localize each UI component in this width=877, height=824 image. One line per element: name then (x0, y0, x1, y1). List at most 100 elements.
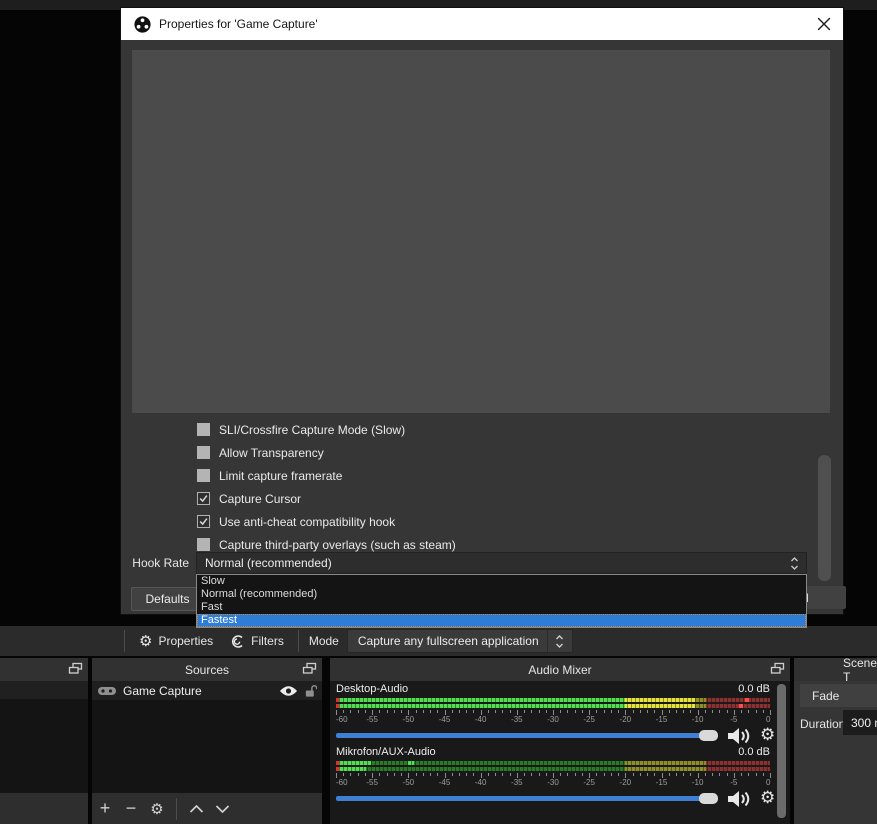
duration-row: Duration 300 m (800, 712, 877, 736)
audio-mixer-header: Audio Mixer (330, 658, 790, 681)
mixer-scrollbar[interactable] (777, 684, 786, 818)
checkbox-unchecked[interactable] (197, 423, 210, 436)
mixer-channel-db: 0.0 dB (738, 683, 770, 697)
checkbox-unchecked[interactable] (197, 469, 210, 482)
mixer-gear-icon[interactable]: ⚙ (760, 725, 775, 745)
dialog-scrollbar[interactable] (818, 455, 831, 581)
checkbox-row[interactable]: Limit capture framerate (197, 464, 757, 487)
cancel-button-partial[interactable]: l (806, 586, 846, 609)
checkbox-row[interactable]: Allow Transparency (197, 441, 757, 464)
sources-panel: Sources Game Capture + − ⚙ (92, 658, 322, 824)
volume-slider-handle[interactable] (699, 793, 718, 804)
capture-preview (132, 50, 830, 413)
hook-rate-value: Normal (recommended) (205, 556, 332, 570)
checkbox-checked[interactable] (197, 515, 210, 528)
scene-transitions-title: Scene T (843, 656, 877, 684)
dropdown-option[interactable]: Fastest (197, 614, 806, 627)
panel-float-icon[interactable] (770, 662, 785, 676)
volume-slider[interactable] (336, 796, 718, 801)
checkbox-checked[interactable] (197, 492, 210, 505)
duration-spinner[interactable]: 300 m (843, 710, 877, 735)
scenes-panel (0, 658, 88, 824)
scene-transitions-panel: Scene T Fade Duration 300 m (794, 658, 877, 824)
toolbar-separator (298, 630, 299, 652)
volume-slider-handle[interactable] (699, 730, 718, 741)
dropdown-option[interactable]: Fast (197, 601, 806, 614)
defaults-button-label: Defaults (145, 592, 189, 606)
checkbox-label: SLI/Crossfire Capture Mode (Slow) (219, 423, 405, 437)
gear-icon: ⚙ (139, 634, 152, 649)
duration-label: Duration (800, 717, 845, 731)
defaults-button[interactable]: Defaults (131, 587, 204, 611)
filters-button[interactable]: Filters (221, 628, 292, 654)
panel-float-icon[interactable] (68, 662, 83, 676)
toolbar-separator (176, 798, 177, 820)
volume-slider[interactable] (336, 733, 718, 738)
filters-button-label: Filters (251, 634, 284, 648)
audio-mixer-panel: Audio Mixer Desktop-Audio0.0 dB-60-55-50… (330, 658, 790, 824)
mixer-channel: Mikrofon/AUX-Audio0.0 dB-60-55-50-45-40-… (336, 746, 776, 808)
close-icon[interactable] (817, 17, 831, 31)
toolbar-separator (124, 630, 125, 652)
volume-meter (336, 761, 770, 772)
scenes-toolbar (0, 793, 88, 824)
obs-logo-icon (134, 16, 151, 33)
checkbox-list: SLI/Crossfire Capture Mode (Slow) Allow T… (197, 418, 757, 556)
dialog-titlebar[interactable]: Properties for 'Game Capture' (121, 8, 843, 40)
hook-rate-popup: SlowNormal (recommended)FastFastest (196, 574, 807, 628)
dropdown-option[interactable]: Normal (recommended) (197, 588, 806, 601)
checkbox-unchecked[interactable] (197, 538, 210, 551)
checkbox-label: Allow Transparency (219, 446, 324, 460)
panel-float-icon[interactable] (302, 662, 317, 676)
source-list-item[interactable]: Game Capture (92, 681, 322, 700)
volume-icon[interactable] (726, 789, 752, 809)
scene-list-item[interactable] (0, 681, 88, 699)
scenes-panel-header (0, 658, 88, 681)
mixer-channel-db: 0.0 dB (738, 746, 770, 760)
move-down-button[interactable] (209, 805, 235, 813)
gamepad-icon (97, 685, 117, 697)
chevron-up-down-icon (547, 630, 572, 652)
source-item-label: Game Capture (123, 684, 202, 698)
sources-toolbar: + − ⚙ (92, 793, 322, 824)
checkbox-label: Capture Cursor (219, 492, 301, 506)
eye-icon[interactable] (279, 685, 298, 697)
checkbox-row[interactable]: Use anti-cheat compatibility hook (197, 510, 757, 533)
checkbox-label: Limit capture framerate (219, 469, 342, 483)
hook-rate-label: Hook Rate (131, 556, 189, 570)
chevron-up-down-icon (790, 556, 799, 571)
properties-button-label: Properties (158, 634, 213, 648)
dialog-title: Properties for 'Game Capture' (159, 17, 318, 31)
volume-icon[interactable] (726, 726, 752, 746)
duration-value: 300 m (851, 716, 877, 730)
transition-dropdown-value: Fade (812, 689, 839, 703)
unlock-icon[interactable] (304, 684, 317, 698)
checkbox-row[interactable]: Capture Cursor (197, 487, 757, 510)
source-properties-gear-icon[interactable]: ⚙ (144, 800, 170, 818)
checkbox-label: Use anti-cheat compatibility hook (219, 515, 395, 529)
add-source-button[interactable]: + (92, 798, 118, 819)
move-up-button[interactable] (183, 805, 209, 813)
hook-rate-row: Hook Rate Normal (recommended) (121, 552, 843, 574)
checkbox-label: Capture third-party overlays (such as st… (219, 538, 456, 552)
mixer-gear-icon[interactable]: ⚙ (760, 788, 775, 808)
audio-mixer-title: Audio Mixer (528, 663, 591, 677)
volume-meter (336, 698, 770, 709)
obs-main-window: ⚙ Properties Filters Mode Capture any fu… (0, 0, 877, 824)
mode-dropdown-value: Capture any fullscreen application (358, 634, 539, 648)
sources-panel-title: Sources (185, 663, 229, 677)
dropdown-option[interactable]: Slow (197, 575, 806, 588)
hook-rate-dropdown[interactable]: Normal (recommended) (196, 552, 807, 574)
checkbox-unchecked[interactable] (197, 446, 210, 459)
mode-label: Mode (309, 634, 339, 648)
mixer-channel-name: Mikrofon/AUX-Audio (336, 746, 436, 760)
checkbox-row[interactable]: SLI/Crossfire Capture Mode (Slow) (197, 418, 757, 441)
source-toolbar: ⚙ Properties Filters Mode Capture any fu… (0, 626, 877, 656)
mode-dropdown[interactable]: Capture any fullscreen application (347, 629, 573, 653)
properties-button[interactable]: ⚙ Properties (131, 628, 221, 654)
mixer-channel: Desktop-Audio0.0 dB-60-55-50-45-40-35-30… (336, 683, 776, 745)
remove-source-button[interactable]: − (118, 798, 144, 819)
transition-dropdown[interactable]: Fade (800, 684, 877, 707)
properties-dialog: Properties for 'Game Capture' SLI/Crossf… (121, 8, 843, 614)
mixer-channel-name: Desktop-Audio (336, 683, 408, 697)
